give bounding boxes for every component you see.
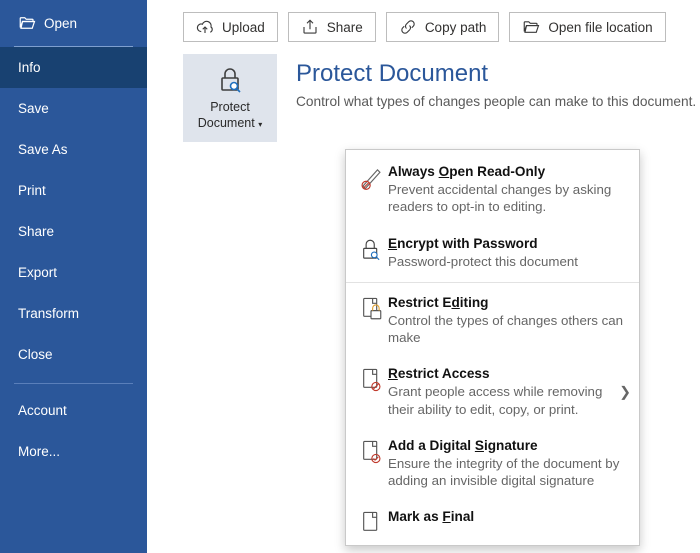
chevron-down-icon: ▾ [258, 120, 262, 129]
open-file-location-button[interactable]: Open file location [509, 12, 665, 42]
chevron-right-icon: ❯ [619, 384, 631, 401]
open-icon [18, 14, 36, 32]
cloud-upload-icon [196, 18, 214, 36]
encrypt-icon [358, 237, 388, 270]
sidebar-item-info[interactable]: Info [0, 47, 147, 88]
restrict-editing-icon [358, 296, 388, 347]
menu-always-open-read-only[interactable]: Always Open Read-OnlyPrevent accidental … [346, 154, 639, 226]
sidebar-item-open[interactable]: Open [0, 0, 147, 46]
share-button[interactable]: Share [288, 12, 376, 42]
restrict-access-icon [358, 367, 388, 418]
sidebar-item-share[interactable]: Share [0, 211, 147, 252]
sidebar-item-account[interactable]: Account [0, 390, 147, 431]
copy-path-icon [399, 18, 417, 36]
sidebar-item-print[interactable]: Print [0, 170, 147, 211]
file-sidebar: Open Info Save Save As Print Share Expor… [0, 0, 147, 553]
read-only-icon [358, 165, 388, 216]
protect-document-button[interactable]: ProtectDocument ▾ [183, 54, 277, 142]
protect-document-icon [214, 64, 246, 96]
menu-add-digital-signature[interactable]: Add a Digital SignatureEnsure the integr… [346, 428, 639, 500]
digital-signature-icon [358, 439, 388, 490]
menu-mark-as-final[interactable]: Mark as Final [346, 499, 639, 541]
mark-final-icon [358, 510, 388, 539]
protect-document-menu: Always Open Read-OnlyPrevent accidental … [345, 149, 640, 546]
sidebar-item-close[interactable]: Close [0, 334, 147, 375]
open-folder-icon [522, 18, 540, 36]
info-toolbar: Upload Share Copy path Open file locatio… [147, 0, 700, 54]
upload-button[interactable]: Upload [183, 12, 278, 42]
sidebar-open-label: Open [44, 16, 77, 31]
sidebar-item-more[interactable]: More... [0, 431, 147, 472]
sidebar-item-save-as[interactable]: Save As [0, 129, 147, 170]
sidebar-divider [14, 383, 133, 384]
sidebar-item-save[interactable]: Save [0, 88, 147, 129]
menu-encrypt-with-password[interactable]: Encrypt with PasswordPassword-protect th… [346, 226, 639, 280]
section-subtitle: Control what types of changes people can… [296, 94, 696, 109]
menu-restrict-access[interactable]: Restrict AccessGrant people access while… [346, 356, 639, 428]
section-title: Protect Document [296, 60, 696, 88]
main-pane: Upload Share Copy path Open file locatio… [147, 0, 700, 553]
sidebar-item-transform[interactable]: Transform [0, 293, 147, 334]
menu-restrict-editing[interactable]: Restrict EditingControl the types of cha… [346, 285, 639, 357]
sidebar-item-export[interactable]: Export [0, 252, 147, 293]
copy-path-button[interactable]: Copy path [386, 12, 500, 42]
share-icon [301, 18, 319, 36]
